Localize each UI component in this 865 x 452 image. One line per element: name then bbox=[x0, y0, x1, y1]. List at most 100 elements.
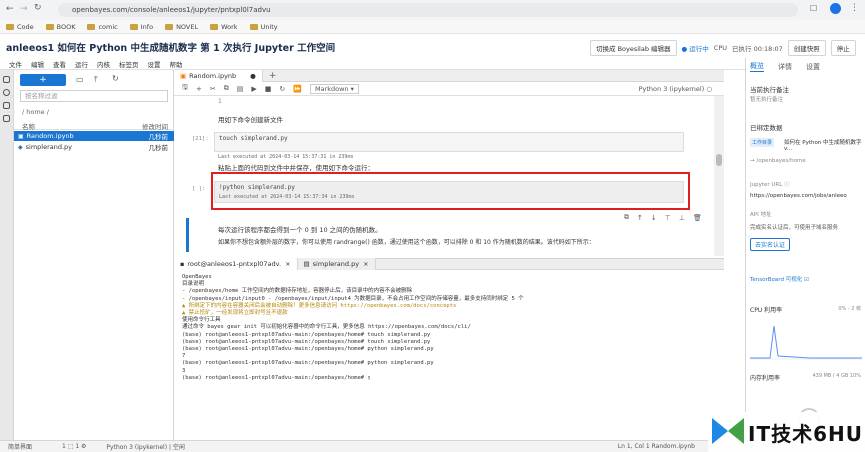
verify-button[interactable]: 去实名认证 bbox=[750, 238, 791, 251]
folder-icon bbox=[165, 23, 174, 30]
menu-item-kernel[interactable]: 内核 bbox=[97, 59, 110, 69]
tab-random-ipynb[interactable]: ▣ Random.ipynb ● bbox=[174, 69, 263, 82]
menu-item-help[interactable]: 帮助 bbox=[170, 59, 183, 69]
paste-icon[interactable]: ▤ bbox=[237, 85, 244, 93]
breadcrumb[interactable]: / home / bbox=[22, 108, 49, 116]
tab-terminal[interactable]: ▪ root@anleeos1-pntxpl07adv. × bbox=[174, 258, 298, 270]
bookmark[interactable]: BOOK bbox=[45, 23, 75, 31]
menu-item-view[interactable]: 查看 bbox=[53, 59, 66, 69]
notebook-icon: ▣ bbox=[180, 71, 187, 80]
jupyter-url-link[interactable]: https://openbayes.com/jobs/anleeo bbox=[750, 193, 847, 199]
terminal-line: ▲ 所绑定下的内容在容器关闭后会被自动删除！更多信息请访问 https://op… bbox=[182, 302, 457, 309]
reload-icon[interactable]: ↻ bbox=[34, 3, 42, 13]
extensions-icon[interactable]: ☐ bbox=[810, 4, 817, 13]
back-icon[interactable]: ← bbox=[6, 4, 14, 14]
new-folder-icon[interactable]: ▭ bbox=[76, 75, 84, 84]
line-number: 1 bbox=[218, 98, 222, 105]
list-item[interactable]: ◆ simplerand.py 几秒前 bbox=[14, 142, 174, 152]
work-dir-name[interactable]: 如何在 Python 中生成随机数字v... bbox=[784, 138, 862, 152]
switch-editor-button[interactable]: 切换成 Boyesilab 编辑器 bbox=[590, 40, 677, 56]
create-snapshot-button[interactable]: 创建快照 bbox=[787, 40, 826, 56]
folder-icon bbox=[87, 23, 96, 30]
kernel-indicator[interactable]: Python 3 (ipykernel) ○ bbox=[639, 85, 712, 93]
cpu-usage-graph bbox=[750, 325, 862, 360]
tabs-icon[interactable] bbox=[3, 115, 10, 122]
stop-icon[interactable]: ■ bbox=[265, 85, 272, 93]
menu-item-settings[interactable]: 设置 bbox=[148, 59, 161, 69]
restart-icon[interactable]: ↻ bbox=[279, 85, 285, 93]
bookmark[interactable]: Info bbox=[129, 23, 153, 31]
bookmark[interactable]: Code bbox=[6, 23, 34, 31]
tab-overview[interactable]: 概览 bbox=[750, 61, 764, 72]
profile-avatar[interactable] bbox=[830, 3, 841, 14]
menu-item-tabs[interactable]: 标签页 bbox=[119, 59, 139, 69]
markdown-cell[interactable]: 粘贴上面的代码到文件中并保存，使用如下命令运行： bbox=[218, 162, 374, 172]
folder-icon bbox=[210, 23, 219, 30]
add-tab-icon[interactable]: + bbox=[269, 71, 277, 81]
notebook-scrollbar[interactable] bbox=[714, 96, 724, 256]
cut-icon[interactable]: ✂ bbox=[210, 85, 216, 93]
terminal-output[interactable]: OpenBayes 目录说明 - /openbayes/home 工作空间内的数… bbox=[174, 270, 724, 438]
folder-icon bbox=[129, 23, 138, 30]
kernel-status[interactable]: Python 3 (ipykernel) | 空闲 bbox=[106, 442, 184, 451]
api-label: API 地址 bbox=[750, 212, 772, 218]
commands-icon[interactable] bbox=[3, 102, 10, 109]
bound-data-title: 已绑定数据 bbox=[750, 124, 783, 132]
menu-item-edit[interactable]: 编辑 bbox=[31, 59, 44, 69]
upload-icon[interactable]: ⤒ bbox=[94, 75, 98, 85]
bookmark[interactable]: NOVEL bbox=[165, 23, 198, 31]
move-down-icon[interactable]: ↓ bbox=[651, 214, 657, 222]
markdown-cell[interactable]: 如果你不想包含额外层的数字，你可以使用 randrange() 函数，通过使用这… bbox=[218, 237, 595, 246]
bookmark[interactable]: comic bbox=[87, 23, 118, 31]
fast-forward-icon[interactable]: ⏩ bbox=[293, 85, 302, 93]
stop-button[interactable]: 停止 bbox=[830, 40, 856, 56]
markdown-cell[interactable]: 每次运行该程序都会得到一个 0 到 10 之间的伪随机数。 bbox=[218, 224, 382, 234]
tab-simplerand[interactable]: ▤ simplerand.py × bbox=[297, 258, 376, 270]
column-modified[interactable]: 修改时间 bbox=[142, 121, 168, 131]
file-browser: + ▭ ⤒ ↻ 按名称过滤 / home / 名称 修改时间 ▣ Random.… bbox=[14, 70, 174, 440]
new-launcher-button[interactable]: + bbox=[20, 74, 66, 86]
tensorboard-link[interactable]: TensorBoard 可视化 ☑ bbox=[750, 275, 809, 283]
markdown-cell[interactable]: 用如下命令创建新文件 bbox=[218, 114, 283, 124]
save-icon[interactable]: 🖫 bbox=[182, 83, 188, 94]
bookmark[interactable]: Work bbox=[210, 23, 238, 31]
scroll-thumb[interactable] bbox=[716, 154, 722, 166]
column-name[interactable]: 名称 bbox=[22, 121, 35, 131]
copy-icon[interactable]: ⧉ bbox=[224, 84, 229, 93]
tab-settings[interactable]: 设置 bbox=[806, 62, 820, 72]
list-item[interactable]: ▣ Random.ipynb 几秒前 bbox=[14, 131, 174, 141]
delete-icon[interactable]: 🗑 bbox=[693, 214, 702, 222]
work-dir-tag: 工作目录 bbox=[750, 138, 775, 147]
menu-icon[interactable]: ⋮ bbox=[850, 3, 859, 13]
move-up-icon[interactable]: ↑ bbox=[637, 214, 643, 222]
cell-prompt: [21]: bbox=[192, 136, 209, 142]
terminal-line: (base) root@anleeos1-pntxpl07advu-main:/… bbox=[182, 374, 371, 381]
mem-usage-label: 内存利用率 bbox=[750, 375, 781, 382]
tab-details[interactable]: 详情 bbox=[778, 62, 792, 72]
insert-below-icon[interactable]: ⊥ bbox=[679, 214, 685, 222]
run-icon[interactable]: ▶ bbox=[251, 85, 256, 93]
running-icon[interactable] bbox=[3, 89, 10, 96]
close-icon[interactable]: ● bbox=[250, 72, 256, 80]
jupyter-url-label: Jupyter URL ⓘ bbox=[750, 182, 790, 188]
simple-mode-label[interactable]: 简单界面 bbox=[8, 442, 32, 451]
terminal-line: (base) root@anleeos1-pntxpl07advu-main:/… bbox=[182, 346, 434, 353]
folder-icon[interactable] bbox=[3, 76, 10, 83]
close-icon[interactable]: × bbox=[363, 260, 368, 268]
menu-item-run[interactable]: 运行 bbox=[75, 59, 88, 69]
insert-above-icon[interactable]: ⊤ bbox=[665, 214, 671, 222]
terminal-line: - /openbayes/home 工作空间内的数据持存地址，容器停止后，该目录… bbox=[182, 288, 413, 295]
duplicate-icon[interactable]: ⧉ bbox=[624, 213, 629, 222]
address-bar[interactable]: openbayes.com/console/anleeos1/jupyter/p… bbox=[58, 3, 798, 17]
refresh-icon[interactable]: ↻ bbox=[112, 74, 119, 83]
terminal-icon: ▪ bbox=[180, 260, 185, 268]
bookmark[interactable]: Unity bbox=[249, 23, 278, 31]
file-filter-input[interactable]: 按名称过滤 bbox=[20, 90, 168, 102]
add-cell-icon[interactable]: + bbox=[196, 85, 202, 93]
cell-type-select[interactable]: Markdown ▾ bbox=[309, 83, 359, 94]
code-cell[interactable]: touch simplerand.py bbox=[214, 132, 684, 152]
forward-icon[interactable]: → bbox=[20, 4, 28, 14]
close-icon[interactable]: × bbox=[285, 260, 290, 268]
menu-item-file[interactable]: 文件 bbox=[9, 59, 22, 69]
note-title: 当前执行备注 bbox=[750, 86, 789, 94]
